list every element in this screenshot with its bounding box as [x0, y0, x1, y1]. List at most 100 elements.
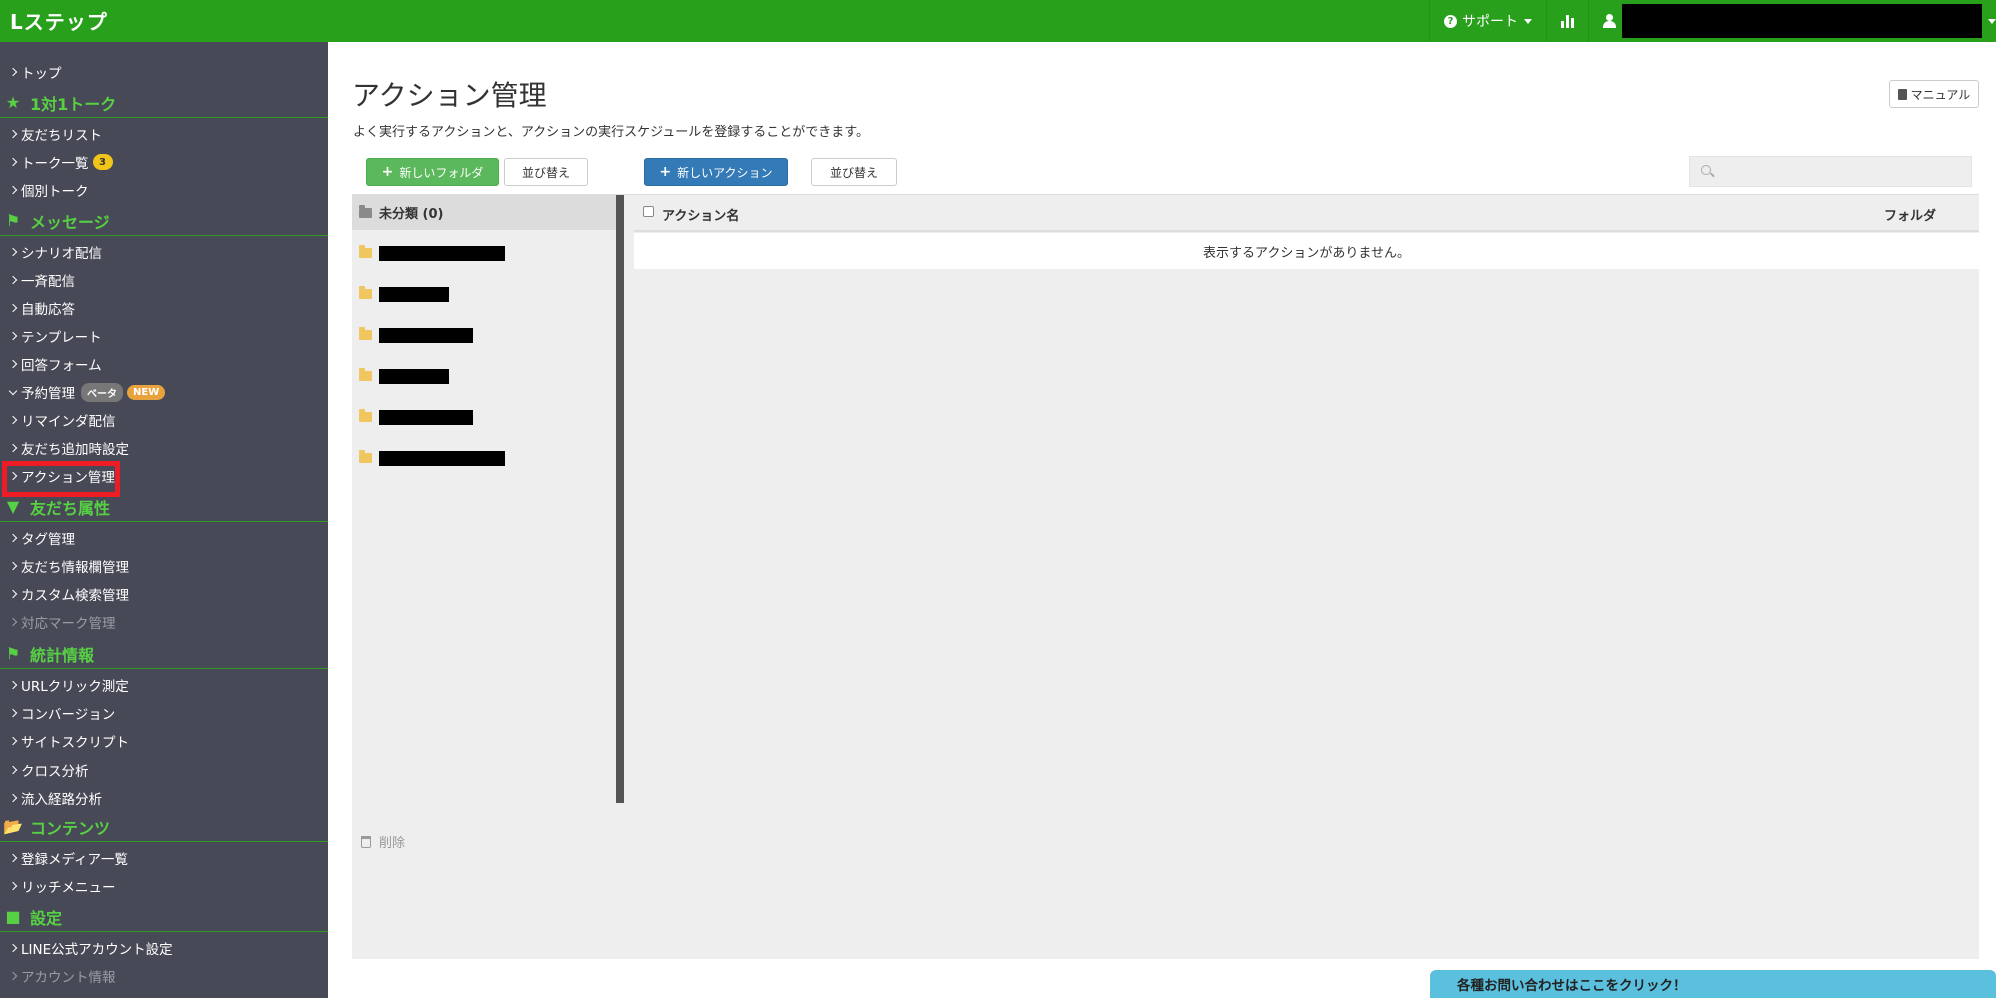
section-heading-settings: ■ 設定 [0, 902, 328, 932]
folder-item-uncategorized[interactable]: 未分類 (0) [352, 195, 616, 230]
sidebar-item-label: サイトスクリプト [21, 735, 129, 751]
action-sort-button[interactable]: 並び替え [811, 158, 897, 186]
chevron-right-icon [8, 247, 18, 257]
sidebar-item-talk-list[interactable]: トーク一覧 3 [8, 150, 113, 174]
chevron-right-icon [8, 765, 18, 775]
sidebar-item-friend-add-settings[interactable]: 友だち追加時設定 [8, 436, 129, 460]
pane-splitter[interactable] [616, 195, 624, 803]
search-input[interactable] [1689, 156, 1972, 187]
sidebar-item-top[interactable]: トップ [8, 60, 62, 84]
page-title: アクション管理 [352, 79, 547, 112]
new-badge: NEW [127, 384, 166, 400]
section-heading-label: 友だち属性 [30, 498, 111, 518]
chevron-right-icon [8, 943, 18, 953]
redacted-folder-name [379, 409, 473, 425]
chevron-right-icon [8, 853, 18, 863]
redacted-folder-name [379, 450, 505, 466]
delete-button[interactable]: 削除 [361, 832, 405, 851]
column-folder[interactable]: フォルダ [1884, 205, 1936, 224]
folder-item[interactable] [359, 325, 473, 345]
sidebar-item-custom-search[interactable]: カスタム検索管理 [8, 582, 129, 606]
plus-icon: + [659, 164, 672, 180]
sidebar-item-broadcast[interactable]: 一斉配信 [8, 268, 75, 292]
new-folder-button[interactable]: + 新しいフォルダ [366, 158, 499, 186]
folder-open-icon: 📂 [3, 817, 23, 836]
select-all-checkbox[interactable] [643, 206, 654, 217]
redacted-folder-name [379, 327, 473, 343]
sidebar-item-reminder[interactable]: リマインダ配信 [8, 408, 116, 432]
folder-icon [359, 286, 372, 299]
sidebar-item-inflow-analysis[interactable]: 流入経路分析 [8, 786, 102, 810]
section-heading-label: 設定 [30, 908, 63, 928]
sidebar-item-cross-analysis[interactable]: クロス分析 [8, 758, 89, 782]
chevron-right-icon [8, 736, 18, 746]
chevron-right-icon [8, 275, 18, 285]
sidebar-item-reservation[interactable]: 予約管理 ベータ NEW [8, 380, 166, 404]
stats-button[interactable] [1546, 0, 1588, 42]
column-action-name[interactable]: アクション名 [662, 205, 739, 224]
star-icon: ★ [5, 93, 21, 112]
sidebar-item-line-account[interactable]: LINE公式アカウント設定 [8, 936, 173, 960]
manual-button[interactable]: マニュアル [1889, 80, 1979, 108]
support-menu[interactable]: ? サポート [1429, 0, 1546, 42]
search-icon [1701, 165, 1711, 175]
folder-item[interactable] [359, 243, 505, 263]
chevron-right-icon [8, 971, 18, 981]
chevron-right-icon [8, 708, 18, 718]
manual-label: マニュアル [1910, 87, 1971, 102]
folder-icon [359, 245, 372, 258]
sidebar-item-label: 友だち追加時設定 [21, 442, 129, 458]
user-menu[interactable] [1588, 0, 1996, 42]
flag-icon: ⚑ [5, 644, 21, 663]
sidebar-item-label: LINE公式アカウント設定 [21, 942, 173, 958]
sidebar-item-rich-menu[interactable]: リッチメニュー [8, 874, 116, 898]
sidebar-item-label: 登録メディア一覧 [21, 852, 129, 868]
beta-badge: ベータ [81, 382, 123, 402]
folder-list: 未分類 (0) [352, 195, 618, 803]
sidebar-item-scenario[interactable]: シナリオ配信 [8, 240, 102, 264]
new-action-button[interactable]: + 新しいアクション [644, 158, 788, 186]
sidebar-item-label: トーク一覧 [21, 156, 89, 172]
book-icon [1897, 88, 1907, 100]
chevron-right-icon [8, 533, 18, 543]
sidebar-item-template[interactable]: テンプレート [8, 324, 102, 348]
sidebar-item-friend-info[interactable]: 友だち情報欄管理 [8, 554, 129, 578]
folder-item[interactable] [359, 366, 449, 386]
sidebar-item-label: コンバージョン [21, 707, 116, 723]
section-heading-label: 統計情報 [30, 645, 95, 665]
sidebar-item-label: 友だち情報欄管理 [21, 560, 129, 576]
sidebar-item-site-script[interactable]: サイトスクリプト [8, 729, 129, 753]
sidebar-item-friend-list[interactable]: 友だちリスト [8, 122, 102, 146]
chevron-right-icon [8, 185, 18, 195]
button-label: 新しいフォルダ [399, 165, 484, 180]
section-heading-message: ⚑ メッセージ [0, 206, 328, 236]
chevron-right-icon [8, 331, 18, 341]
chevron-right-icon [8, 793, 18, 803]
folder-item[interactable] [359, 407, 473, 427]
sidebar-item-url-click[interactable]: URLクリック測定 [8, 673, 129, 697]
chevron-right-icon [8, 129, 18, 139]
sidebar-item-label: テンプレート [21, 330, 102, 346]
brand-logo[interactable]: Lステップ [10, 6, 108, 35]
page-description: よく実行するアクションと、アクションの実行スケジュールを登録することができます。 [353, 125, 869, 140]
sidebar-item-tag[interactable]: タグ管理 [8, 526, 75, 550]
sidebar-item-auto-reply[interactable]: 自動応答 [8, 296, 75, 320]
contact-tab[interactable]: 各種お問い合わせはここをクリック！ [1430, 970, 1996, 998]
sidebar-item-label: アカウント情報 [21, 970, 116, 986]
chevron-right-icon [8, 359, 18, 369]
folder-item[interactable] [359, 284, 449, 304]
sidebar-item-label: 対応マーク管理 [21, 616, 116, 632]
sidebar-item-answer-form[interactable]: 回答フォーム [8, 352, 102, 376]
user-icon [1603, 14, 1616, 28]
folder-sort-button[interactable]: 並び替え [504, 158, 588, 186]
folder-item[interactable] [359, 448, 505, 468]
chevron-down-icon [1524, 18, 1532, 24]
sidebar-item-account-info[interactable]: アカウント情報 [8, 964, 116, 988]
plus-icon: + [381, 164, 394, 180]
chevron-down-icon [1988, 18, 1996, 24]
sidebar-item-response-mark[interactable]: 対応マーク管理 [8, 610, 116, 634]
section-heading-talk: ★ 1対1トーク [0, 88, 328, 118]
sidebar-item-individual-talk[interactable]: 個別トーク [8, 178, 89, 202]
sidebar-item-media-list[interactable]: 登録メディア一覧 [8, 846, 129, 870]
sidebar-item-conversion[interactable]: コンバージョン [8, 701, 116, 725]
